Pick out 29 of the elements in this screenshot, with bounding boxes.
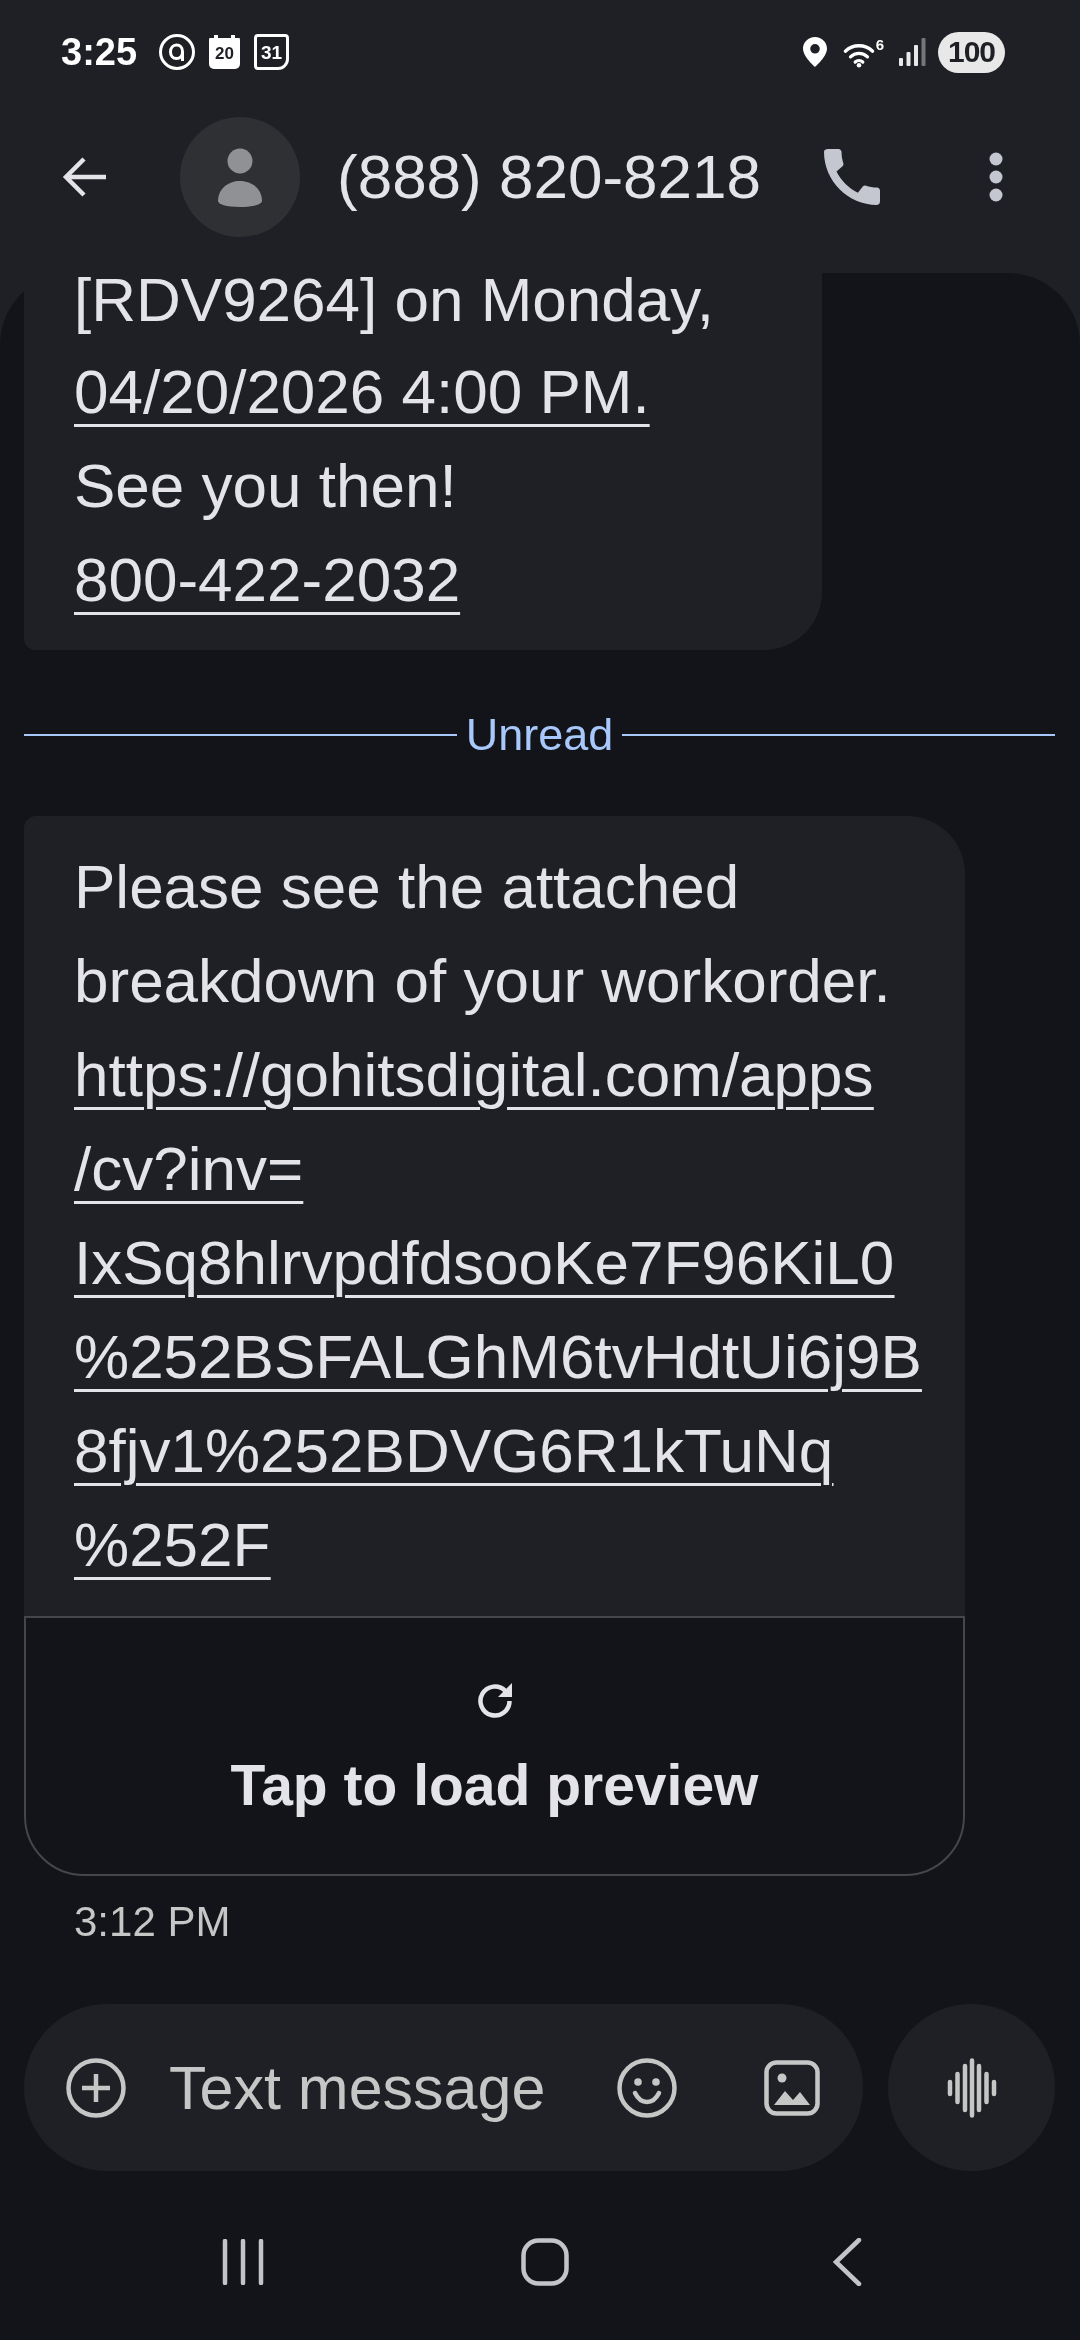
vertical-lines-icon[interactable] [222, 2239, 264, 2285]
at-sign-icon [158, 33, 197, 71]
more-icon[interactable] [989, 152, 1003, 202]
message-text: See you then! [74, 450, 457, 522]
image-icon[interactable] [764, 2059, 820, 2116]
avatar-icon [180, 117, 300, 237]
calendar-icon: 31 [254, 34, 290, 70]
message-time: 3:12 PM [74, 1897, 231, 1947]
message-text: [RDV9264] on Monday, [74, 273, 714, 336]
battery-indicator: 100 [938, 31, 1005, 73]
chevron-left-icon[interactable] [832, 2238, 862, 2286]
message-text: Please see the attached breakdown of your workorder. [74, 851, 892, 1017]
unread-divider-label: Unread [465, 708, 614, 762]
location-pin-icon [802, 37, 827, 67]
wifi-label: 6 [875, 36, 884, 52]
waveform-icon [946, 2057, 997, 2118]
message-field[interactable]: Text message [169, 2047, 590, 2128]
emoji-icon[interactable] [617, 2057, 677, 2118]
load-preview-button[interactable]: Tap to load preview [24, 1616, 965, 1876]
compose-bar[interactable]: Text message [24, 2004, 863, 2171]
link[interactable]: 800-422-2032 [74, 533, 461, 627]
calendar-icon: 20 [209, 35, 241, 69]
phone-icon[interactable] [824, 149, 880, 205]
add-icon[interactable] [66, 2057, 126, 2118]
link[interactable]: 04/20/2026 4:00 PM. [74, 345, 650, 439]
signal-icon [899, 38, 926, 66]
link[interactable]: https://gohitsdigital.com/apps /cv?inv= IxSq8hlrvpdfdsooKe7F96KiL0 %252BSFALGhM6tvHdtUi6j9B 8fjv1%252BDVG6R1kTuNq %252F [74, 1028, 922, 1592]
status-time: 3:25 [61, 33, 138, 71]
home-icon[interactable] [521, 2238, 569, 2286]
